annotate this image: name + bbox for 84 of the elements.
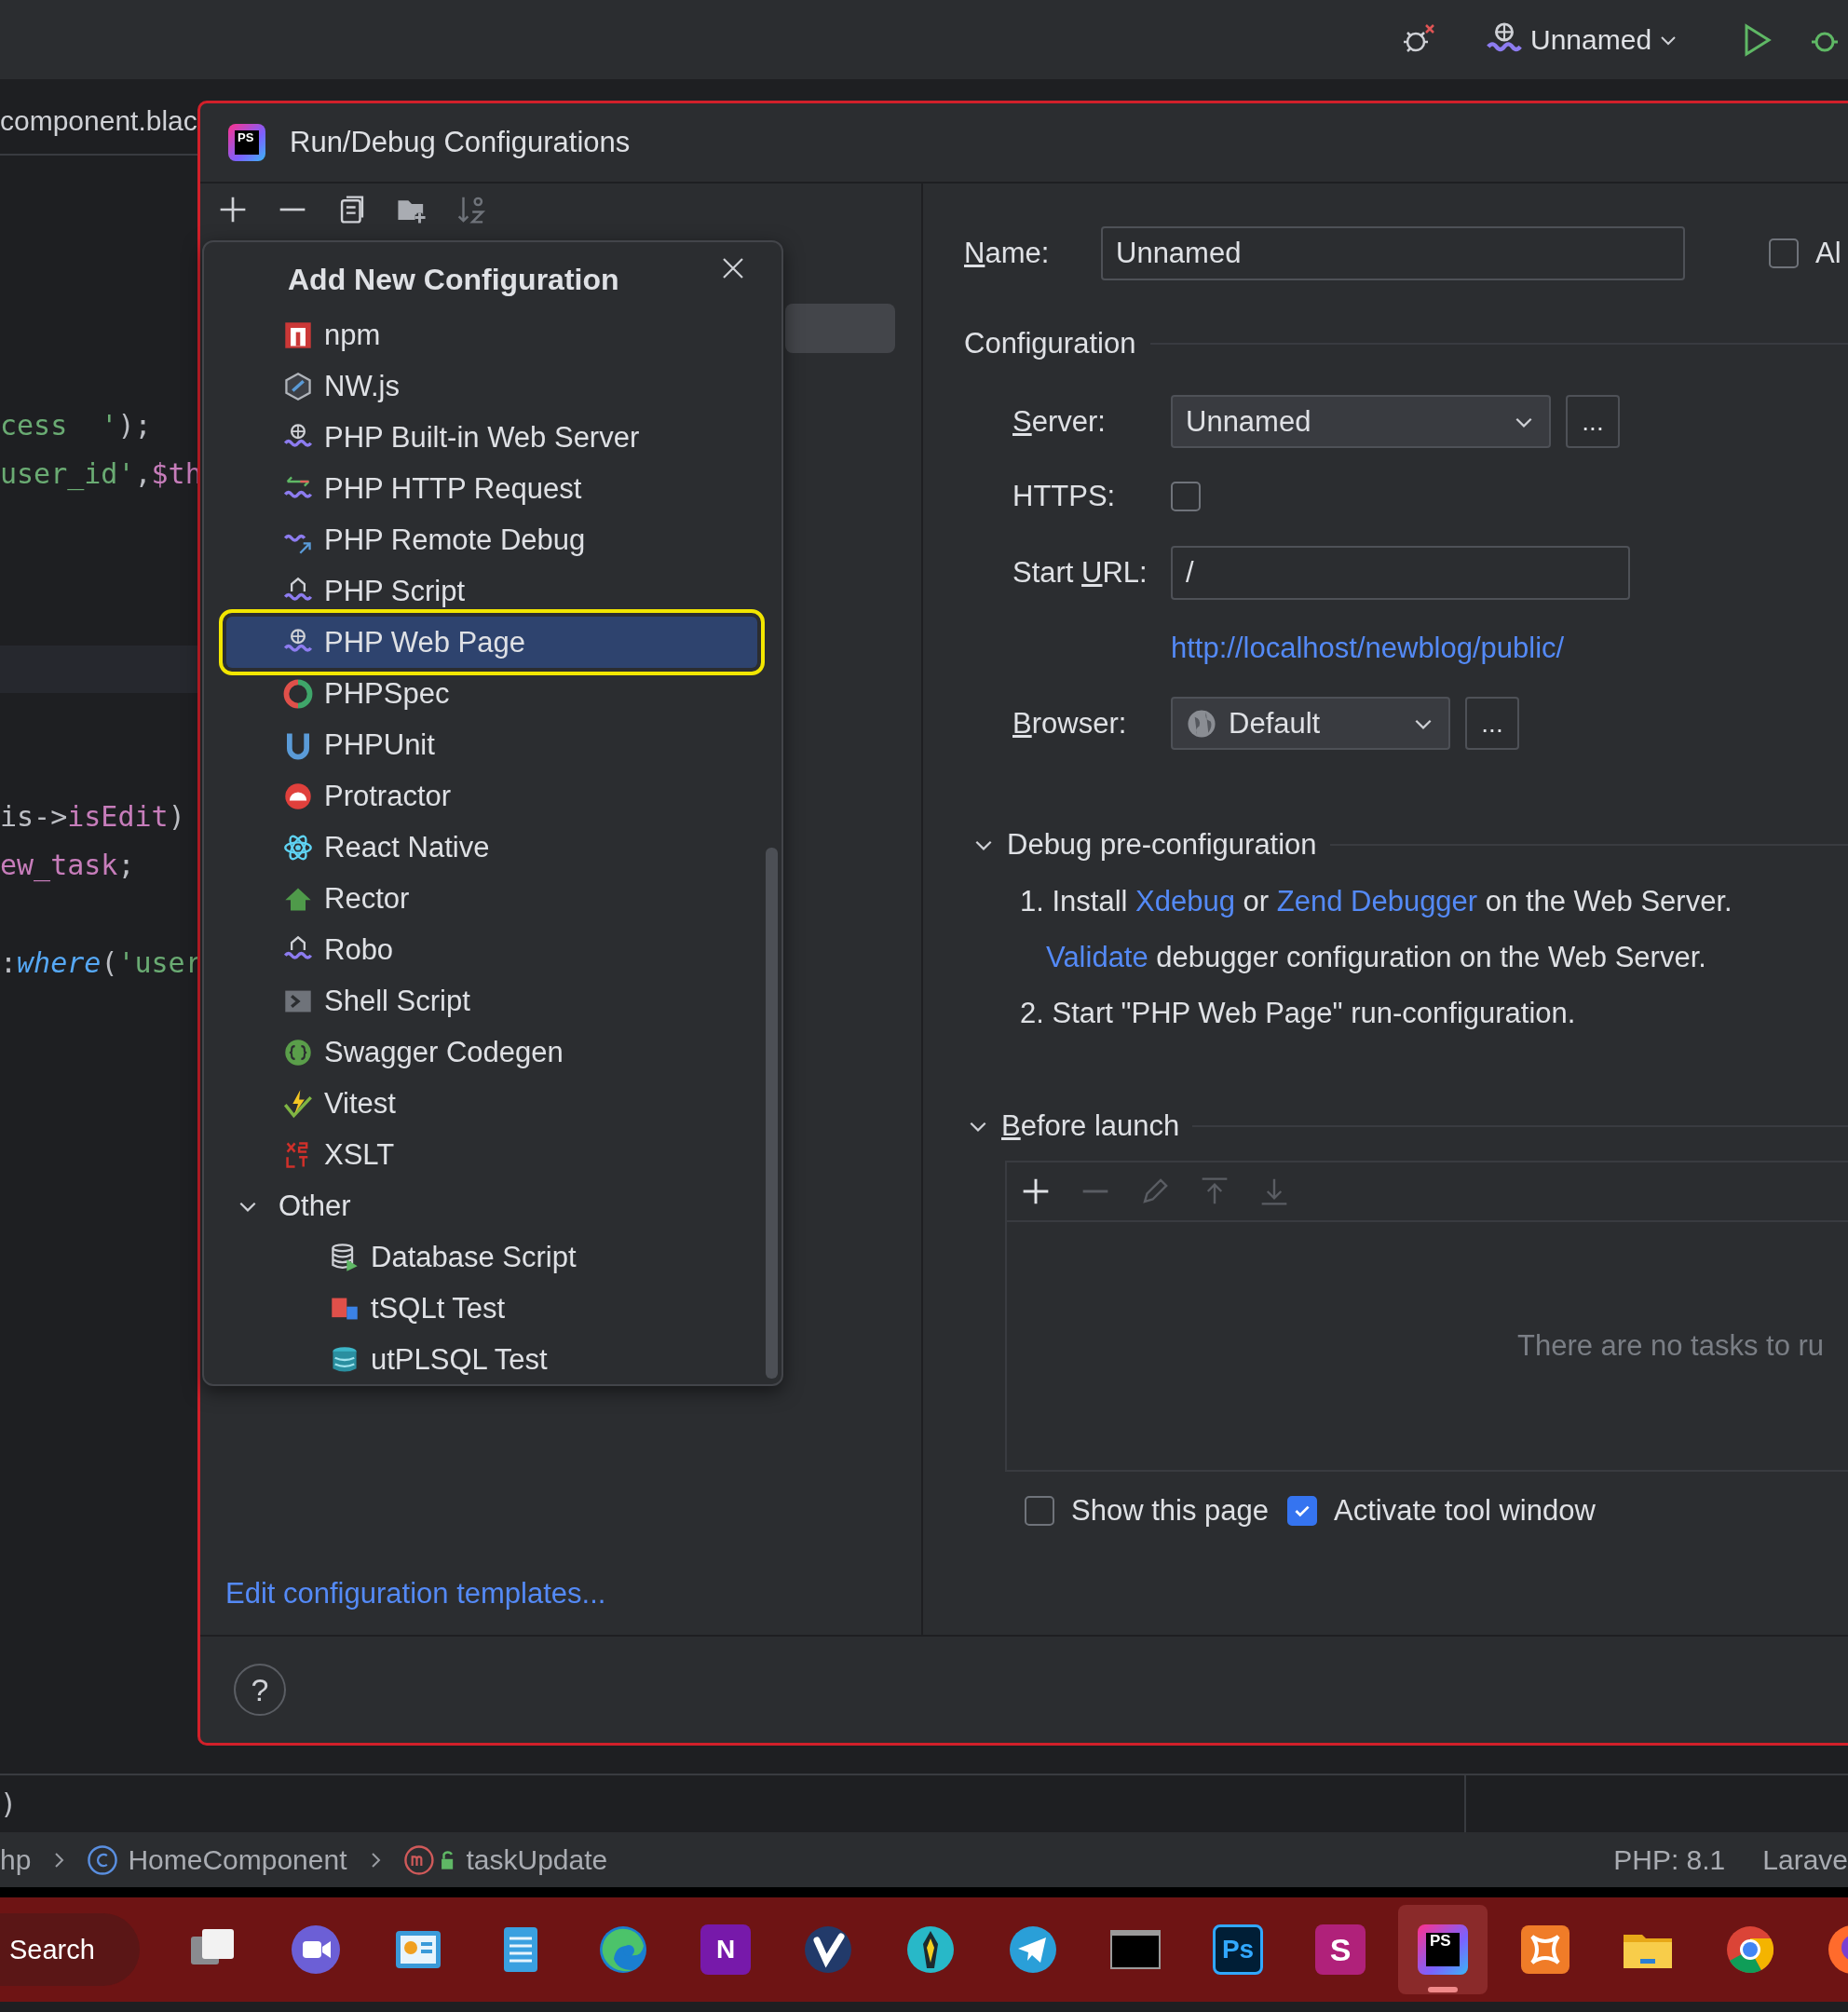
- checkbox-label: Activate tool window: [1334, 1494, 1596, 1528]
- instruction-text: 1. Install Xdebug or Zend Debugger on the Web Server.: [1020, 884, 1733, 919]
- text-link[interactable]: Xdebug: [1135, 885, 1235, 918]
- checkbox[interactable]: [1171, 482, 1201, 511]
- database-icon: [330, 1242, 360, 1272]
- edit-templates-link[interactable]: Edit configuration templates...: [200, 1577, 921, 1611]
- close-icon[interactable]: [722, 257, 744, 279]
- browse-button[interactable]: ...: [1566, 395, 1620, 448]
- section-title: Configuration: [964, 327, 1136, 360]
- checkbox[interactable]: [1025, 1496, 1054, 1526]
- configuration-type-item[interactable]: utPLSQL Test: [204, 1334, 757, 1385]
- instruction-text: Validate debugger configuration on the Web Server.: [1045, 940, 1707, 975]
- search-field[interactable]: Search: [0, 1913, 140, 1986]
- breadcrumb-item[interactable]: hp: [0, 1843, 32, 1876]
- swagger-icon: [283, 1037, 313, 1067]
- app-logo-icon: PS: [228, 124, 265, 161]
- configuration-type-item[interactable]: Vitest: [204, 1078, 757, 1129]
- configuration-type-item[interactable]: PHPUnit: [204, 719, 757, 770]
- text-link[interactable]: Zend Debugger: [1276, 885, 1478, 918]
- name-field[interactable]: Unnamed: [1101, 226, 1685, 280]
- app-logo-icon: S: [1315, 1924, 1366, 1975]
- configuration-type-item[interactable]: Robo: [204, 924, 757, 975]
- configuration-type-item[interactable]: tSQLt Test: [204, 1283, 757, 1334]
- browser-dropdown[interactable]: Default: [1171, 697, 1450, 750]
- collapsible-header[interactable]: Before launch: [964, 1108, 1848, 1145]
- status-item[interactable]: PHP: 8.1: [1613, 1843, 1726, 1876]
- empty-list-text: There are no tasks to ru: [1517, 1329, 1825, 1363]
- hexagon-icon: [283, 371, 313, 401]
- checkbox-label: Al: [1815, 237, 1841, 270]
- configuration-type-item[interactable]: npm: [204, 309, 757, 360]
- checkbox[interactable]: [1769, 238, 1799, 268]
- browse-button[interactable]: ...: [1465, 697, 1519, 750]
- checkbox-label: Show this page: [1071, 1494, 1269, 1528]
- taskbar-app[interactable]: S: [1296, 1905, 1385, 1994]
- browser-label: Browser:: [1012, 706, 1128, 741]
- https-label: HTTPS:: [1012, 480, 1117, 513]
- configuration-type-item[interactable]: Rector: [204, 873, 757, 924]
- globe-icon: [1186, 707, 1217, 740]
- code-line: ew_task;: [0, 849, 135, 882]
- taskbar-app[interactable]: N: [681, 1905, 770, 1994]
- cycle-icon: [283, 678, 313, 709]
- popup-title: Add New Configuration: [287, 262, 619, 297]
- configuration-type-item[interactable]: Protractor: [204, 770, 757, 822]
- configuration-group-item[interactable]: Other: [204, 1180, 757, 1231]
- configuration-type-item[interactable]: Shell Script: [204, 975, 757, 1026]
- name-label: Name:: [964, 237, 1051, 270]
- app-logo-icon: N: [700, 1924, 751, 1975]
- scrollbar-thumb[interactable]: [766, 848, 778, 1379]
- instruction-text: 2. Start "PHP Web Page" run-configuration.: [1020, 996, 1577, 1031]
- url-link[interactable]: http://localhost/newblog/public/: [1171, 632, 1565, 665]
- start-url-label: Start URL:: [1012, 556, 1148, 590]
- checkbox[interactable]: [1287, 1496, 1317, 1526]
- configuration-type-item[interactable]: Database Script: [204, 1231, 757, 1283]
- configuration-type-item[interactable]: XSLT: [204, 1129, 757, 1180]
- npm-icon: [283, 319, 313, 350]
- app-logo-icon: PS: [1418, 1924, 1468, 1975]
- status-item[interactable]: Larave: [1762, 1843, 1848, 1876]
- taskbar-app[interactable]: Ps: [1193, 1905, 1283, 1994]
- breadcrumb-item[interactable]: HomeComponent: [128, 1843, 347, 1876]
- app-logo-icon: Ps: [1213, 1924, 1263, 1975]
- code-line: :where('user: [0, 946, 202, 980]
- configuration-type-item[interactable]: PHP Built-in Web Server: [204, 412, 757, 463]
- text-link[interactable]: Validate: [1046, 941, 1148, 973]
- server-dropdown[interactable]: Unnamed: [1171, 395, 1551, 448]
- configuration-type-item[interactable]: PHPSpec: [204, 668, 757, 719]
- help-button[interactable]: ?: [234, 1664, 286, 1716]
- code-line: is->isEdit): [0, 799, 185, 833]
- start-url-field[interactable]: /: [1171, 546, 1630, 600]
- configuration-type-item[interactable]: NW.js: [204, 360, 757, 412]
- server-label: Server:: [1012, 404, 1107, 439]
- configuration-type-item[interactable]: PHP Remote Debug: [204, 514, 757, 565]
- run-config-selector[interactable]: Unnamed: [1482, 17, 1682, 62]
- configuration-type-item[interactable]: React Native: [204, 822, 757, 873]
- configuration-type-item[interactable]: PHP Script: [204, 565, 757, 617]
- collapsible-header[interactable]: Debug pre-configuration: [964, 826, 1848, 863]
- code-line: ): [0, 1788, 18, 1820]
- class-icon: [87, 1843, 119, 1876]
- code-line: cess ');: [0, 408, 152, 442]
- configuration-type-item[interactable]: PHP HTTP Request: [204, 463, 757, 514]
- taskbar-app[interactable]: PS: [1398, 1905, 1488, 1994]
- breadcrumb-item[interactable]: taskUpdate: [466, 1843, 608, 1876]
- protractor-icon: [283, 781, 313, 811]
- configuration-type-item[interactable]: Swagger Codegen: [204, 1026, 757, 1078]
- dialog-title: Run/Debug Configurations: [290, 126, 631, 159]
